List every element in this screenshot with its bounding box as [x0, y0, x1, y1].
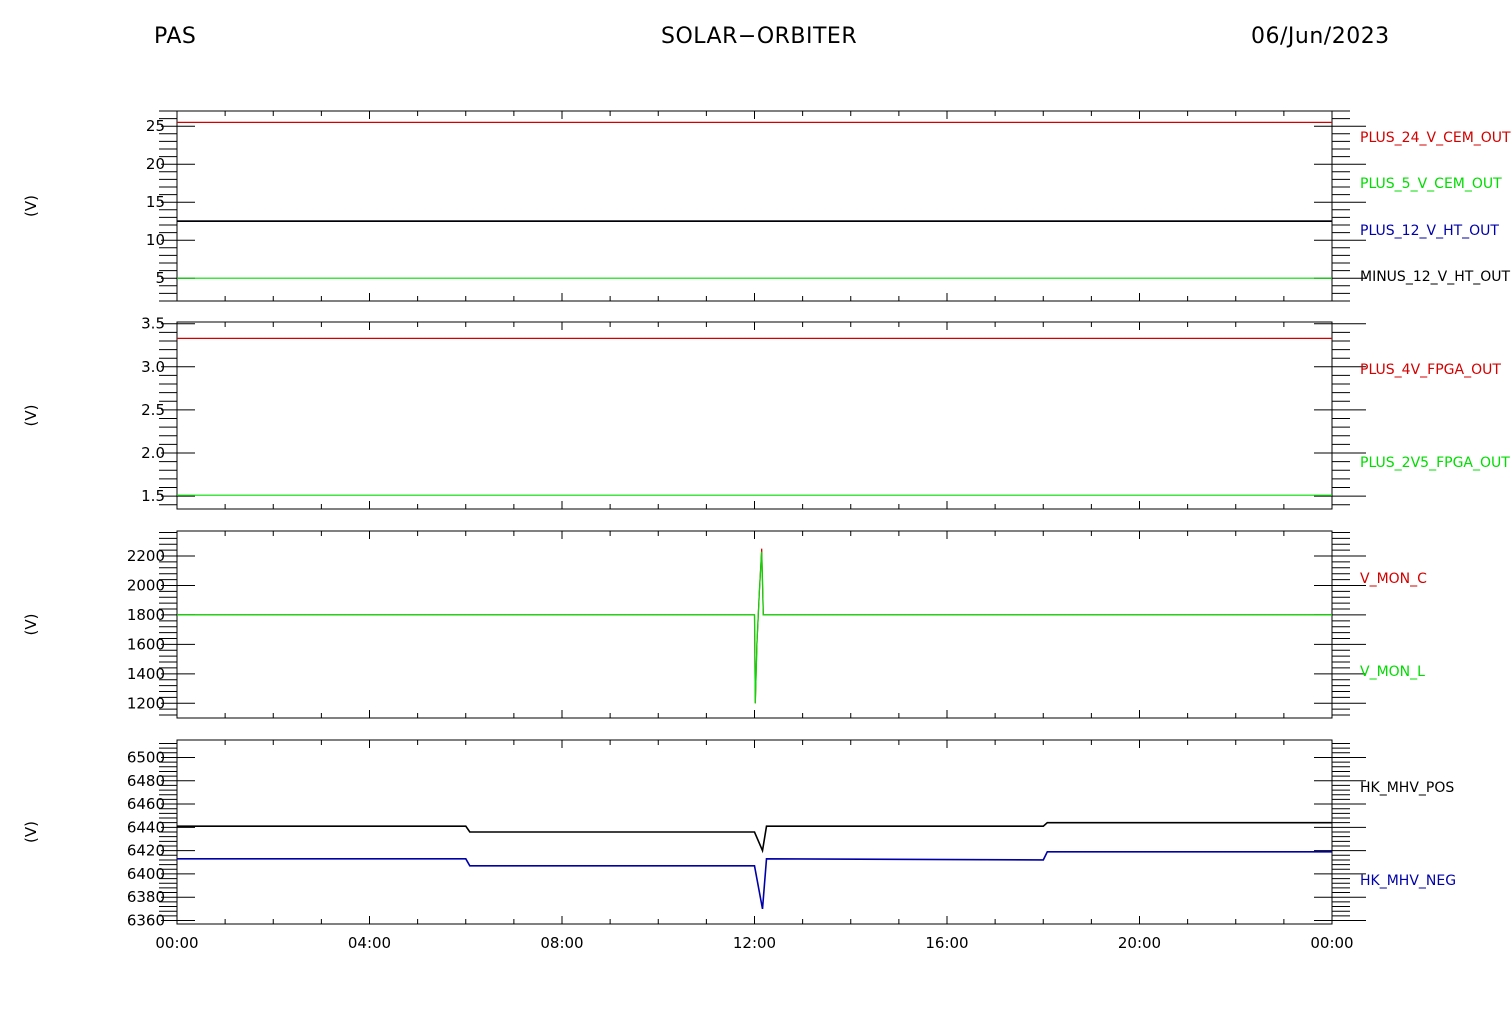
panel-1-ytick-label: 15	[146, 193, 165, 211]
legend-hk_mhv_pos: HK_MHV_POS	[1360, 780, 1454, 796]
panel-2-ytick-label: 3.0	[141, 358, 165, 376]
xtick-label: 00:00	[1310, 934, 1353, 952]
legend-minus_12_v_ht_out: MINUS_12_V_HT_OUT	[1360, 269, 1511, 285]
series-hk_mhv_pos	[177, 821, 1332, 854]
panel-3-ytick-label: 1200	[127, 694, 165, 712]
legend-plus_4v_fpga_out: PLUS_4V_FPGA_OUT	[1360, 362, 1501, 378]
legend-plus_5_v_cem_out: PLUS_5_V_CEM_OUT	[1360, 176, 1502, 192]
xtick-label: 12:00	[733, 934, 776, 952]
panel-4-ytick-label: 6380	[127, 888, 165, 906]
housekeeping-chart: 5 10 15 20 25 (V) PLUS_24_V_CEM_OUT PLUS_5_V_CE…	[22, 110, 1511, 952]
series-v_mon_l	[177, 551, 1332, 704]
panel-4-ytick-label: 6440	[127, 818, 165, 836]
panel-1-ytick-label: 20	[146, 155, 165, 173]
panel-1-frame	[176, 110, 1333, 302]
panel-1-ytick-label: 5	[155, 269, 165, 287]
panel-4-ytick-label: 6420	[127, 842, 165, 860]
xtick-label: 00:00	[155, 934, 198, 952]
panel-4-ytick-label: 6500	[127, 748, 165, 766]
panel-3-ytick-label: 2200	[127, 547, 165, 565]
panel-1-ytick-label: 25	[146, 117, 165, 135]
legend-v_mon_c: V_MON_C	[1360, 571, 1427, 587]
xtick-label: 16:00	[925, 934, 968, 952]
panel-2-ytick-label: 2.0	[141, 444, 165, 462]
legend-plus_2v5_fpga_out: PLUS_2V5_FPGA_OUT	[1360, 455, 1510, 471]
panel-2-ytick-label: 2.5	[141, 401, 165, 419]
panel-2-ylabel: (V)	[22, 405, 40, 427]
panel-4-ytick-label: 6400	[127, 865, 165, 883]
legend-plus_24_v_cem_out: PLUS_24_V_CEM_OUT	[1360, 130, 1511, 146]
panel-3-ytick-label: 1400	[127, 665, 165, 683]
xtick-label: 08:00	[540, 934, 583, 952]
panel-3-ytick-label: 1600	[127, 635, 165, 653]
legend-plus_12_v_ht_out: PLUS_12_V_HT_OUT	[1360, 223, 1499, 239]
panel-3-ylabel: (V)	[22, 614, 40, 636]
panel-3-ytick-label: 2000	[127, 576, 165, 594]
panel-1-ytick-label: 10	[146, 231, 165, 249]
panel-4-ytick-label: 6460	[127, 795, 165, 813]
panel-4-ytick-label: 6360	[127, 912, 165, 930]
xtick-label: 04:00	[348, 934, 391, 952]
panel-4-ylabel: (V)	[22, 821, 40, 843]
legend-v_mon_l: V_MON_L	[1360, 664, 1425, 680]
legend-hk_mhv_neg: HK_MHV_NEG	[1360, 873, 1456, 889]
series-hk_mhv_neg	[177, 850, 1332, 910]
xtick-label: 20:00	[1118, 934, 1161, 952]
panel-3-ytick-label: 1800	[127, 606, 165, 624]
panel-1-ylabel: (V)	[22, 195, 40, 217]
panel-2-frame	[176, 321, 1333, 510]
panel-4-ytick-label: 6480	[127, 772, 165, 790]
panel-2-ytick-label: 1.5	[141, 487, 165, 505]
panel-2-ytick-label: 3.5	[141, 315, 165, 333]
